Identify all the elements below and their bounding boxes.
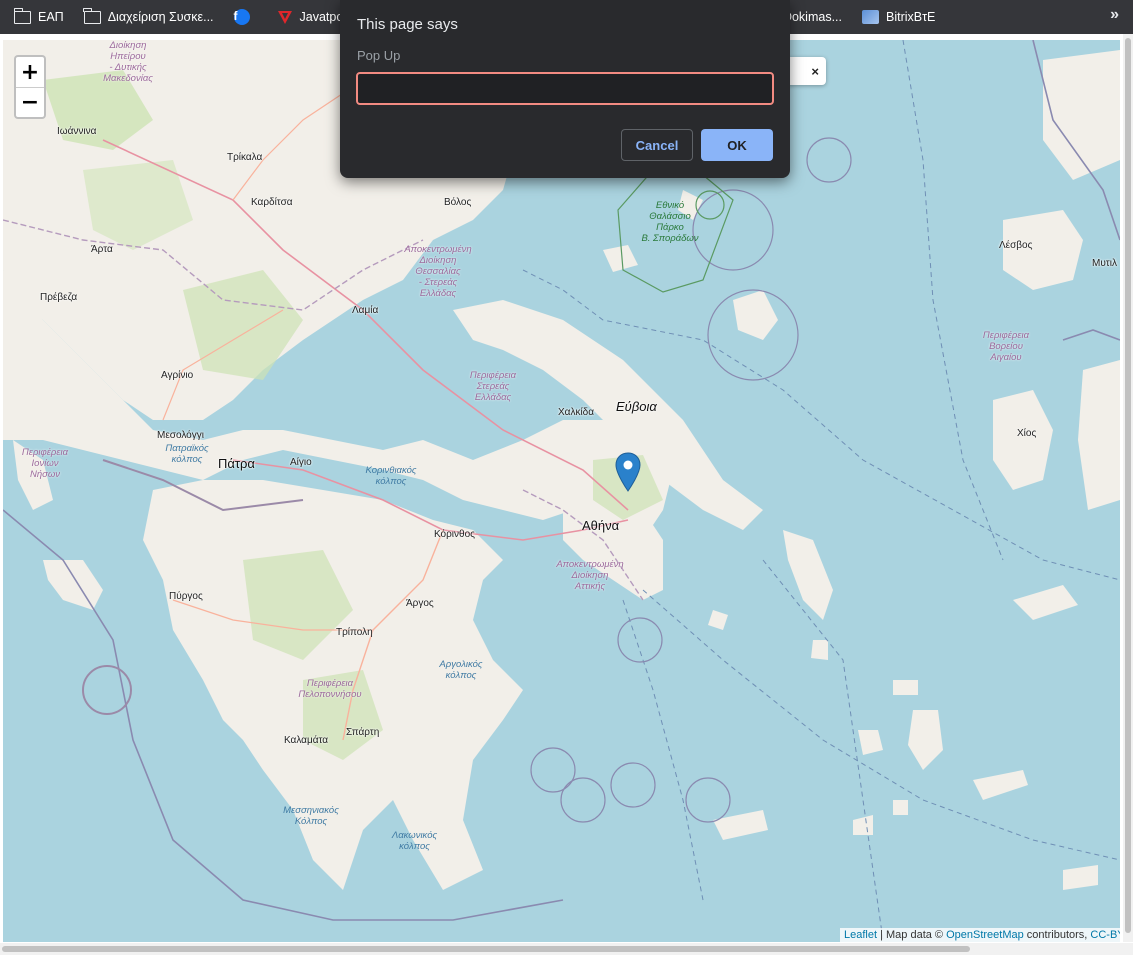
place-tripoli: Τρίπολη [336, 627, 373, 638]
bookmark-device-management[interactable]: Διαχείριση Συσκε... [78, 4, 220, 30]
attribution-separator: | Map data © [877, 929, 947, 941]
marine-park-label: Εθνικό Θαλάσσιο Πάρκο Β. Σποράδων [641, 200, 699, 244]
dialog-title: This page says [357, 16, 458, 33]
sea-patraikos: Πατραϊκός κόλπος [165, 443, 209, 465]
place-mesolongi: Μεσολόγγι [157, 430, 204, 441]
region-sterea: Περιφέρεια Στερεάς Ελλάδας [469, 370, 517, 403]
bookmark-label: ΕΑΠ [38, 10, 64, 24]
bookmark-facebook[interactable]: f [228, 4, 263, 30]
place-kalamata: Καλαμάτα [284, 735, 329, 746]
folder-icon [13, 7, 31, 24]
region-epirus: Διοίκηση Ηπείρου - Δυτικής Μακεδονίας [103, 40, 153, 84]
place-aigio: Αίγιο [290, 457, 312, 468]
bookmark-label: Διαχείριση Συσκε... [107, 10, 214, 24]
close-icon: × [811, 63, 819, 79]
place-preveza: Πρέβεζα [40, 292, 78, 303]
zoom-control: + − [14, 55, 46, 119]
dialog-message: Pop Up [357, 48, 401, 63]
bookmark-eap[interactable]: ΕΑΠ [8, 4, 70, 30]
place-volos: Βόλος [444, 197, 472, 208]
javatpoint-icon [277, 11, 292, 24]
license-link[interactable]: CC-BY-SA [1090, 929, 1120, 941]
place-lesvos: Λέσβος [999, 240, 1033, 251]
leaflet-link[interactable]: Leaflet [844, 929, 877, 941]
place-karditsa: Καρδίτσα [251, 197, 293, 208]
sea-argolikos: Αργολικός κόλπος [439, 659, 483, 681]
place-patra: Πάτρα [218, 456, 255, 471]
attribution-contributors: contributors, [1023, 929, 1091, 941]
region-thessaly: Αποκεντρωμένη Διοίκηση Θεσσαλίας - Στερε… [404, 244, 472, 299]
place-mytilini: Μυτιλ [1092, 258, 1117, 269]
place-korinthos: Κόρινθος [434, 529, 475, 540]
region-attica: Αποκεντρωμένη Διοίκηση Αττικής [556, 559, 624, 592]
region-ionian: Περιφέρεια Ιονίων Νήσων [21, 447, 69, 480]
vertical-scrollbar[interactable] [1123, 34, 1133, 942]
place-ioannina: Ιωάννινα [57, 126, 97, 137]
bitrix-icon [862, 10, 879, 24]
place-chios: Χίος [1017, 428, 1037, 439]
horizontal-scroll-thumb[interactable] [2, 946, 970, 952]
zoom-out-button[interactable]: − [16, 87, 44, 117]
cancel-button[interactable]: Cancel [621, 129, 693, 161]
vertical-scroll-thumb[interactable] [1125, 38, 1131, 933]
zoom-in-button[interactable]: + [16, 57, 44, 87]
map-marker-icon[interactable] [615, 452, 641, 492]
region-peloponnese: Περιφέρεια Πελοποννήσου [298, 678, 362, 700]
sea-korinthiakos: Κορινθιακός κόλπος [365, 465, 417, 487]
folder-icon [83, 7, 101, 24]
prompt-dialog: This page says Pop Up Cancel OK [340, 0, 790, 178]
place-lamia: Λαμία [352, 305, 379, 316]
place-chalkida: Χαλκίδα [558, 407, 595, 418]
region-north-aegean: Περιφέρεια Βορείου Αιγαίου [982, 330, 1030, 363]
sea-messiniakos: Μεσσηνιακός Κόλπος [283, 805, 339, 827]
place-pyrgos: Πύργος [169, 591, 203, 602]
place-argos: Άργος [406, 598, 434, 609]
facebook-icon: f [233, 9, 250, 25]
map-attribution: Leaflet | Map data © OpenStreetMap contr… [840, 928, 1120, 943]
more-bookmarks-icon[interactable]: » [1110, 6, 1119, 24]
horizontal-scrollbar[interactable] [0, 943, 1133, 955]
place-arta: Άρτα [91, 244, 113, 255]
place-athina: Αθήνα [582, 518, 620, 533]
place-agrinio: Αγρίνιο [161, 370, 194, 381]
bookmark-label: BitrixΒτΕ [886, 10, 936, 24]
place-sparti: Σπάρτη [346, 727, 380, 738]
place-evia: Εύβοια [616, 399, 657, 414]
place-trikala: Τρίκαλα [227, 152, 263, 163]
sea-lakonikos: Λακωνικός κόλπος [391, 830, 438, 852]
prompt-input[interactable] [356, 72, 774, 105]
bookmark-bitrix[interactable]: BitrixΒτΕ [856, 4, 941, 30]
osm-link[interactable]: OpenStreetMap [946, 929, 1024, 941]
ok-button[interactable]: OK [701, 129, 773, 161]
